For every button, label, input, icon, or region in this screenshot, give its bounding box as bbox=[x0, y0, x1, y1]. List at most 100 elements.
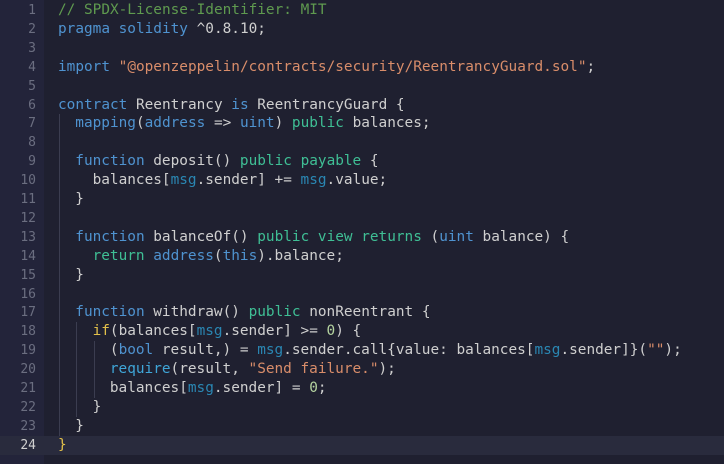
token-txt: (balances[ bbox=[109, 323, 197, 340]
code-line[interactable]: 5 bbox=[0, 77, 724, 96]
token-pub: public bbox=[248, 304, 301, 321]
code-line[interactable]: 2 pragma solidity ^0.8.10; bbox=[0, 20, 724, 39]
token-com: // SPDX-License-Identifier: MIT bbox=[58, 2, 327, 18]
code-line[interactable]: 13 function balanceOf() public view retur… bbox=[0, 228, 724, 247]
token-str: "" bbox=[647, 342, 665, 359]
token-pub: view bbox=[317, 228, 353, 245]
token-kw: address bbox=[153, 247, 214, 264]
code-text: require(result, "Send failure."); bbox=[110, 360, 396, 379]
token-kw: uint bbox=[239, 115, 275, 132]
code-line[interactable]: 19 (bool result,) = msg.sender.call{value… bbox=[0, 341, 724, 360]
code-line[interactable]: 17 function withdraw() public nonReentran… bbox=[0, 303, 724, 322]
token-txt: balance) { bbox=[473, 228, 570, 245]
token-txt: .sender]}( bbox=[560, 342, 648, 359]
token-msg: msg bbox=[196, 323, 223, 340]
code-line[interactable]: 22} bbox=[0, 398, 724, 417]
code-text: balances[msg.sender] = 0; bbox=[110, 379, 327, 398]
token-kw: import bbox=[58, 58, 110, 75]
token-pub: returns bbox=[361, 228, 422, 245]
token-txt: { bbox=[361, 153, 379, 170]
code-text: } bbox=[75, 190, 84, 209]
token-txt: } bbox=[75, 266, 84, 283]
token-msg: msg bbox=[257, 342, 284, 359]
token-str: "@openzeppelin/contracts/security/Reentr… bbox=[118, 58, 587, 75]
code-line[interactable]: 21 balances[msg.sender] = 0; bbox=[0, 379, 724, 398]
code-line[interactable]: 11} bbox=[0, 190, 724, 209]
token-msg: msg bbox=[187, 380, 214, 396]
token-pub: public bbox=[257, 228, 310, 245]
token-msg: msg bbox=[534, 342, 561, 359]
token-kw: address bbox=[144, 115, 206, 132]
code-line[interactable]: 15} bbox=[0, 266, 724, 285]
token-txt: balances[ bbox=[92, 172, 171, 189]
token-pub: return bbox=[92, 247, 145, 264]
code-text: } bbox=[75, 417, 84, 436]
token-txt: ( bbox=[213, 247, 223, 264]
token-txt: ; bbox=[586, 58, 596, 75]
code-line[interactable]: 4 import "@openzeppelin/contracts/securit… bbox=[0, 58, 724, 77]
token-txt: balances; bbox=[343, 115, 431, 132]
code-line[interactable]: 14 return address(this).balance; bbox=[0, 247, 724, 266]
code-text: } bbox=[75, 266, 84, 285]
line-number: 6 bbox=[28, 97, 36, 113]
code-line[interactable]: 3 bbox=[0, 39, 724, 58]
token-txt: ^0.8.10; bbox=[187, 20, 266, 37]
code-line[interactable]: 7 mapping(address => uint) public balance… bbox=[0, 114, 724, 133]
token-kw: function bbox=[75, 153, 145, 170]
indent-guide bbox=[59, 114, 60, 436]
code-line[interactable]: 12 bbox=[0, 209, 724, 228]
code-text: mapping(address => uint) public balances… bbox=[75, 114, 430, 133]
code-line[interactable]: 9 function deposit() public payable { bbox=[0, 152, 724, 171]
code-line[interactable]: 1 // SPDX-License-Identifier: MIT bbox=[0, 1, 724, 20]
code-line[interactable]: 8 bbox=[0, 133, 724, 152]
token-txt: } bbox=[75, 191, 84, 207]
code-line[interactable]: 24} bbox=[0, 435, 724, 455]
code-line[interactable]: 16 bbox=[0, 285, 724, 304]
code-text: (bool result,) = msg.sender.call{value: … bbox=[110, 341, 682, 360]
token-bi: require bbox=[109, 361, 171, 378]
token-kw: contract bbox=[58, 96, 128, 113]
code-text: return address(this).balance; bbox=[93, 247, 344, 266]
code-line[interactable]: 23} bbox=[0, 417, 724, 436]
code-line[interactable]: 10 balances[msg.sender] += msg.value; bbox=[0, 171, 724, 190]
line-number: 1 bbox=[28, 3, 36, 18]
line-number: 16 bbox=[20, 286, 36, 302]
code-text: balances[msg.sender] += msg.value; bbox=[93, 171, 388, 190]
code-text: import "@openzeppelin/contracts/security… bbox=[58, 58, 595, 77]
code-text: pragma solidity ^0.8.10; bbox=[58, 20, 266, 39]
token-txt: ReentrancyGuard { bbox=[248, 96, 405, 113]
token-txt: ) bbox=[274, 115, 292, 132]
token-kw: this bbox=[222, 247, 258, 264]
token-txt: } bbox=[92, 398, 102, 415]
line-number: 4 bbox=[28, 59, 36, 75]
line-number: 11 bbox=[20, 192, 36, 207]
line-number: 15 bbox=[20, 267, 36, 283]
token-kw: function bbox=[75, 228, 145, 245]
code-text: contract Reentrancy is ReentrancyGuard { bbox=[58, 96, 405, 115]
token-kw: pragma solidity bbox=[58, 20, 188, 37]
token-txt: deposit() bbox=[144, 153, 240, 170]
line-number: 2 bbox=[28, 21, 36, 37]
token-txt: ).balance; bbox=[257, 247, 344, 264]
code-line[interactable]: 6 contract Reentrancy is ReentrancyGuard … bbox=[0, 96, 724, 115]
code-line[interactable]: 18 if(balances[msg.sender] >= 0) { bbox=[0, 322, 724, 341]
token-str: "Send failure." bbox=[248, 361, 379, 378]
line-number: 20 bbox=[20, 362, 36, 378]
token-kw: is bbox=[231, 96, 249, 113]
token-txt: .sender.call{value: balances[ bbox=[283, 342, 535, 359]
line-number: 3 bbox=[28, 40, 36, 56]
token-txt: => bbox=[205, 115, 240, 132]
code-editor[interactable]: 1 // SPDX-License-Identifier: MIT 2 pragma … bbox=[0, 0, 724, 464]
code-text: function withdraw() public nonReentrant … bbox=[75, 303, 430, 322]
line-number: 14 bbox=[20, 248, 36, 264]
line-number: 22 bbox=[20, 399, 36, 415]
token-txt: .sender] = bbox=[213, 380, 310, 396]
line-number: 8 bbox=[28, 135, 36, 151]
code-line[interactable]: 20 require(result, "Send failure."); bbox=[0, 360, 724, 379]
token-txt: (result, bbox=[170, 361, 249, 378]
token-txt: .sender] >= bbox=[222, 323, 327, 340]
token-txt: ); bbox=[664, 342, 682, 359]
code-text: } bbox=[93, 398, 102, 417]
